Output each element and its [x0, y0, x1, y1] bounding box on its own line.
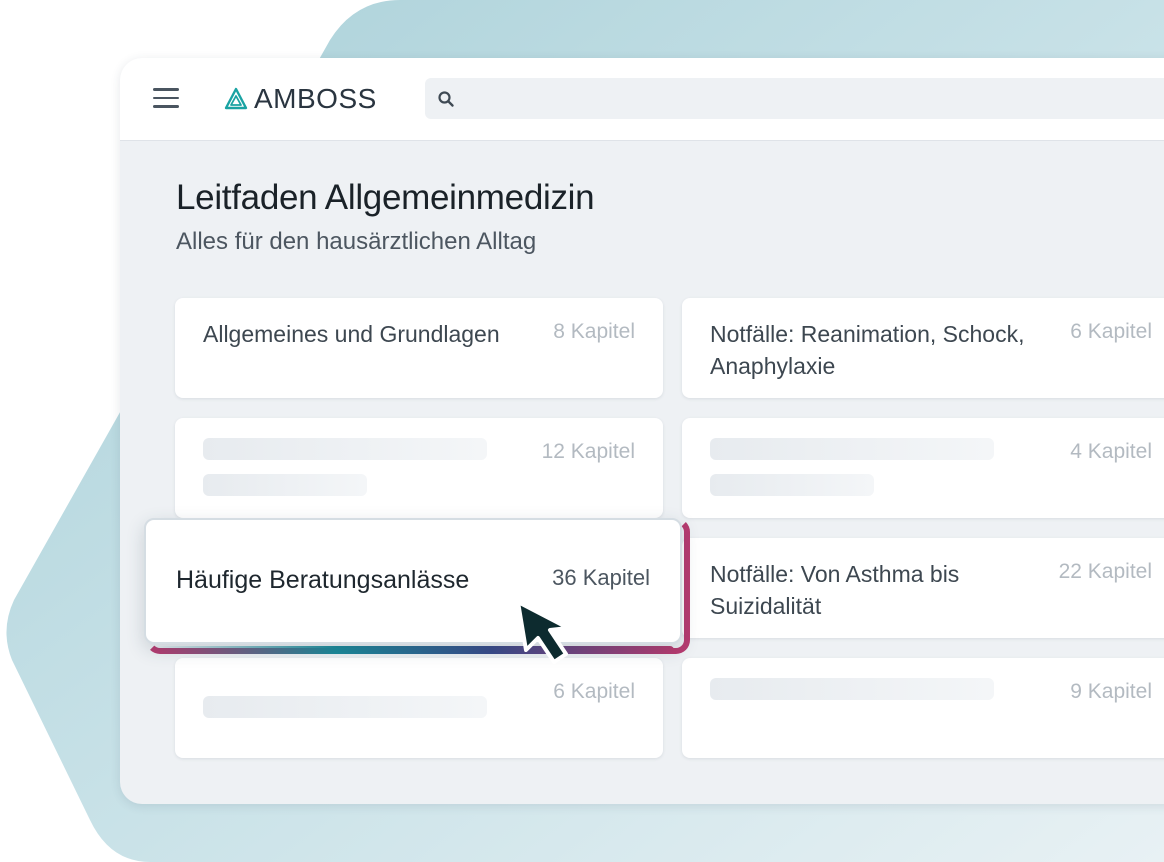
- card-chapter-count: 9 Kapitel: [1070, 680, 1152, 703]
- card-title: Häufige Beratungsanlässe: [176, 566, 470, 594]
- search-icon: [438, 91, 454, 107]
- card-chapter-count: 6 Kapitel: [1070, 320, 1152, 343]
- page-title: Leitfaden Allgemeinmedizin: [176, 178, 595, 217]
- card-chapter-count: 6 Kapitel: [553, 680, 635, 703]
- chapter-card-placeholder[interactable]: 12 Kapitel: [175, 418, 663, 518]
- card-title: Notfälle: Reanimation, Schock, Anaphylax…: [710, 321, 1025, 379]
- menu-icon[interactable]: [153, 88, 179, 108]
- chapter-card-notfaelle-asthma[interactable]: Notfälle: Von Asthma bis Suizidalität 22…: [682, 538, 1164, 638]
- title-placeholder: [203, 474, 367, 496]
- card-title: Notfälle: Von Asthma bis Suizidalität: [710, 561, 960, 619]
- brand-name: AMBOSS: [254, 83, 377, 114]
- search-bar[interactable]: [425, 78, 1164, 121]
- page-subtitle: Alles für den hausärztlichen Alltag: [176, 228, 537, 255]
- amboss-logo[interactable]: AMBOSS: [224, 81, 377, 117]
- card-chapter-count: 8 Kapitel: [553, 320, 635, 343]
- chapter-card-placeholder[interactable]: 6 Kapitel: [175, 658, 663, 758]
- card-chapter-count: 4 Kapitel: [1070, 440, 1152, 463]
- title-placeholder: [710, 678, 994, 700]
- chapter-card-placeholder[interactable]: 4 Kapitel: [682, 418, 1164, 518]
- cursor-icon: [516, 600, 570, 664]
- title-placeholder: [710, 438, 994, 460]
- card-chapter-count: 22 Kapitel: [1058, 560, 1152, 583]
- card-chapter-count: 12 Kapitel: [541, 440, 635, 463]
- search-input[interactable]: [467, 78, 1071, 121]
- amboss-logo-icon: [224, 87, 248, 110]
- app-window: AMBOSS Leitfaden Allgemeinmedizin Alles …: [120, 58, 1164, 804]
- chapter-card-placeholder[interactable]: 9 Kapitel: [682, 658, 1164, 758]
- highlight-glow: [154, 646, 674, 654]
- title-placeholder: [203, 438, 487, 460]
- card-title: Allgemeines und Grundlagen: [203, 321, 500, 347]
- top-bar: AMBOSS: [120, 58, 1164, 141]
- title-placeholder: [710, 474, 874, 496]
- chapter-card-notfaelle-reanimation[interactable]: Notfälle: Reanimation, Schock, Anaphylax…: [682, 298, 1164, 398]
- title-placeholder: [203, 696, 487, 718]
- chapter-card-allgemeines[interactable]: Allgemeines und Grundlagen 8 Kapitel: [175, 298, 663, 398]
- card-chapter-count: 36 Kapitel: [552, 565, 650, 590]
- chapter-card-haeufige-beratungsanlaesse[interactable]: Häufige Beratungsanlässe 36 Kapitel: [144, 518, 682, 644]
